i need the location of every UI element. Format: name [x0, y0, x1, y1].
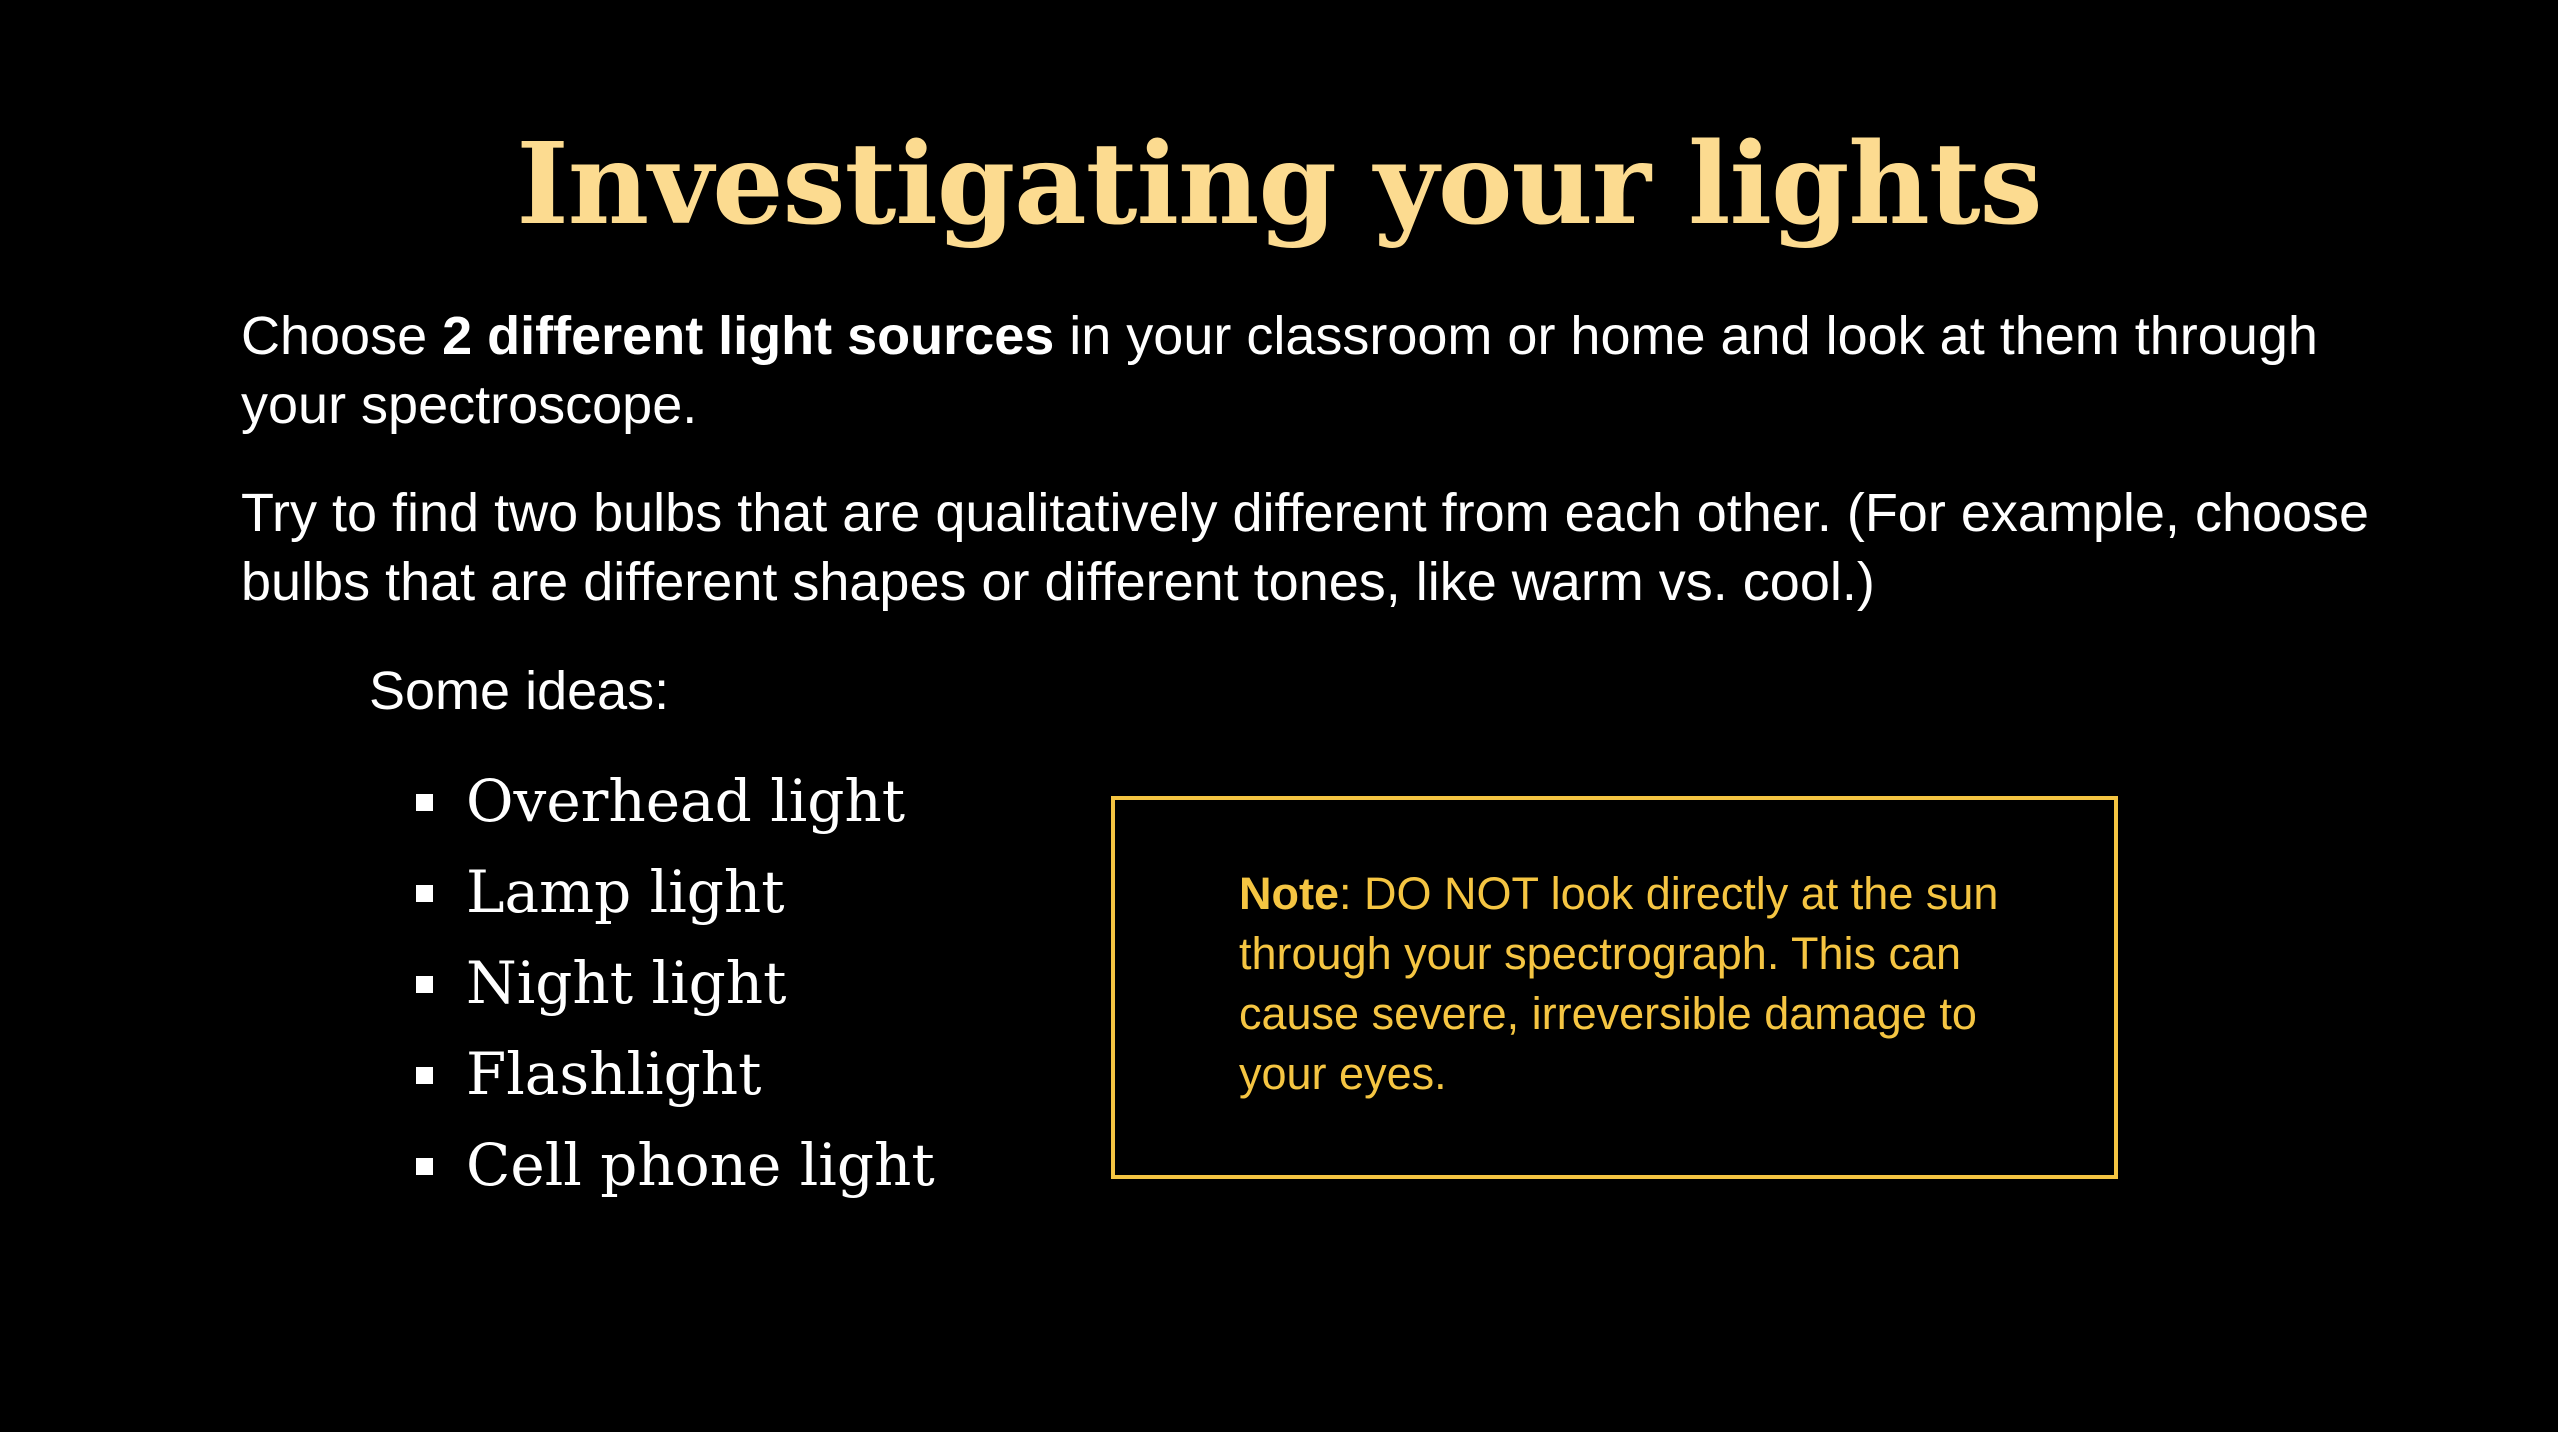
ideas-label: Some ideas: — [369, 661, 670, 721]
instructions-paragraph: Choose 2 different light sources in your… — [241, 302, 2391, 440]
square-bullet-icon — [416, 1067, 433, 1084]
safety-note-box: Note: DO NOT look directly at the sun th… — [1111, 796, 2118, 1179]
list-item-label: Flashlight — [466, 1040, 762, 1108]
list-item-label: Overhead light — [466, 767, 906, 835]
note-text: : DO NOT look directly at the sun throug… — [1239, 868, 1999, 1099]
instructions-emphasis: 2 different light sources — [442, 306, 1055, 366]
instructions-text-start: Choose — [241, 306, 443, 366]
square-bullet-icon — [416, 885, 433, 902]
list-item-label: Night light — [466, 949, 787, 1017]
square-bullet-icon — [416, 976, 433, 993]
guidance-paragraph: Try to find two bulbs that are qualitati… — [241, 483, 2370, 612]
list-item-label: Cell phone light — [466, 1131, 935, 1199]
square-bullet-icon — [416, 1158, 433, 1175]
slide-title: Investigating your lights — [516, 119, 2042, 250]
slide: Investigating your lights Choose 2 diffe… — [0, 0, 2558, 1432]
note-label: Note — [1239, 868, 1339, 919]
square-bullet-icon — [416, 794, 433, 811]
list-item-label: Lamp light — [466, 858, 785, 926]
safety-note: Note: DO NOT look directly at the sun th… — [1239, 864, 2039, 1104]
